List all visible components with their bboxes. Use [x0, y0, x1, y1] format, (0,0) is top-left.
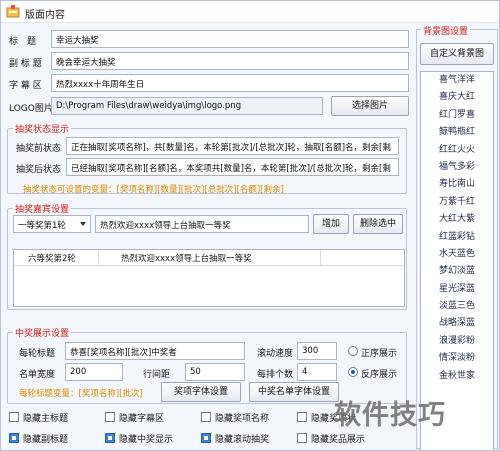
background-item[interactable]: 喜庆大红: [421, 89, 493, 106]
title-variables-hint: 每轮标题变量：[奖项名称][批次]: [19, 389, 143, 399]
hide-subtitle-label: 隐藏副标题: [23, 435, 69, 445]
window-title: 版面内容: [25, 10, 65, 21]
table-header: 六等奖第2轮 热烈欢迎xxxx领导上台抽取一等奖: [14, 250, 404, 266]
background-item[interactable]: 红红火火: [421, 142, 493, 159]
background-item[interactable]: 星光深蓝: [421, 281, 493, 298]
background-item[interactable]: 万紫千红: [421, 194, 493, 211]
prize-round-value: 一等奖第1轮: [18, 221, 66, 231]
background-item[interactable]: 鲸鸭瓶红: [421, 124, 493, 141]
hide-winner-display-checkbox[interactable]: [105, 433, 115, 443]
scroll-speed-field[interactable]: 300: [297, 342, 337, 360]
column-prize: 六等奖第2轮: [28, 254, 76, 264]
prize-round-select[interactable]: 一等奖第1轮: [13, 215, 91, 233]
subtitle-label: 副 标 题: [9, 59, 42, 69]
logo-path-field[interactable]: D:\Program Files\draw\weidya\img\logo.pn…: [51, 97, 323, 115]
background-item[interactable]: 淡蓝三色: [421, 298, 493, 315]
subtitle-field[interactable]: 晚会幸运大抽奖: [51, 52, 409, 70]
per-round-title-label: 每轮标题: [19, 349, 56, 359]
order-desc-label: 反序展示: [361, 370, 398, 380]
per-row-field[interactable]: 4: [297, 363, 337, 381]
before-state-field[interactable]: 正在抽取[奖项名称]，共[数量]名，本轮第[批次]/[总批次]轮，抽取[名额]名…: [66, 137, 399, 155]
hide-caption-checkbox[interactable]: [105, 412, 115, 422]
column-message: 热烈欢迎xxxx领导上台抽取一等奖: [121, 254, 252, 264]
hide-prize-name-label: 隐藏奖项名称: [215, 414, 270, 424]
hide-scroll-draw-label: 隐藏滚动抽奖: [215, 435, 270, 445]
hide-subtitle-checkbox[interactable]: [9, 433, 19, 443]
status-variables-hint: 抽奖状态可设置的变量：[奖项名称][数量][批次][总批次][名额][剩余]: [23, 185, 284, 195]
order-asc-label: 正序展示: [361, 349, 398, 359]
name-width-field[interactable]: 200: [65, 363, 123, 381]
winner-font-button[interactable]: 中奖名单字体设置: [249, 382, 339, 402]
background-item[interactable]: 金秋世家: [421, 368, 493, 385]
background-item[interactable]: 红蓝彩钻: [421, 229, 493, 246]
hide-prize-name-checkbox[interactable]: [201, 412, 211, 422]
guests-table[interactable]: 六等奖第2轮 热烈欢迎xxxx领导上台抽取一等奖: [13, 249, 405, 307]
prize-font-button[interactable]: 奖项字体设置: [161, 382, 241, 402]
hide-main-title-label: 隐藏主标题: [23, 414, 69, 424]
background-item[interactable]: 寿比南山: [421, 176, 493, 193]
select-image-button[interactable]: 选择图片: [331, 96, 409, 116]
column-divider: [320, 250, 321, 266]
after-state-field[interactable]: 已经抽取[奖项名称][名额]名，本奖项共[数量]名，本轮第[批次]/[总批次]轮…: [66, 158, 399, 176]
after-state-label: 抽奖后状态: [16, 165, 62, 175]
order-desc-radio[interactable]: [348, 367, 358, 377]
before-state-label: 抽奖前状态: [16, 144, 62, 154]
hide-main-title-checkbox[interactable]: [9, 412, 19, 422]
winners-group-title: 中奖展示设置: [13, 326, 72, 339]
column-divider: [98, 250, 99, 266]
background-item[interactable]: 福气多彩: [421, 159, 493, 176]
name-width-label: 名单宽度: [19, 370, 56, 380]
background-item[interactable]: 水天蓝色: [421, 246, 493, 263]
per-row-label: 每排个数: [257, 370, 294, 380]
scroll-speed-label: 滚动速度: [257, 349, 294, 359]
hide-prize-showcase-label: 隐藏奖品展示: [311, 435, 366, 445]
background-item[interactable]: 大红大紫: [421, 211, 493, 228]
hide-prize-showcase-checkbox[interactable]: [297, 433, 307, 443]
background-item[interactable]: 战略深蓝: [421, 315, 493, 332]
delete-selected-button[interactable]: 删除选中: [353, 214, 403, 234]
order-asc-radio[interactable]: [348, 346, 358, 356]
guests-group-title: 抽奖嘉宾设置: [13, 202, 72, 215]
add-guest-button[interactable]: 增加: [313, 214, 349, 234]
guest-message-field[interactable]: 热烈欢迎xxxx领导上台抽取一等奖: [95, 215, 309, 233]
background-item[interactable]: 梦幻淡蓝: [421, 263, 493, 280]
background-item[interactable]: 喜气洋洋: [421, 72, 493, 89]
line-spacing-label: 行间距: [143, 370, 171, 380]
title-field[interactable]: 幸运大抽奖: [51, 30, 409, 48]
status-group-title: 抽奖状态显示: [13, 122, 72, 135]
title-bar: 版面内容: [1, 1, 499, 23]
caption-label: 字 幕 区: [9, 81, 42, 91]
line-spacing-field[interactable]: 50: [185, 363, 245, 381]
per-round-title-field[interactable]: 恭喜[奖项名称][批次]中奖者: [65, 342, 245, 360]
app-icon: [6, 5, 20, 18]
settings-window: 版面内容 标 题 幸运大抽奖 副 标 题 晚会幸运大抽奖 字 幕 区 热烈xxx…: [0, 0, 500, 451]
background-group-title: 背景图设置: [421, 24, 471, 37]
hide-winner-display-label: 隐藏中奖显示: [119, 435, 174, 445]
caption-field[interactable]: 热烈xxxx十年周年生日: [51, 74, 409, 92]
hide-scroll-draw-checkbox[interactable]: [201, 433, 211, 443]
background-item[interactable]: 红门罗喜: [421, 107, 493, 124]
hide-prize-status-checkbox[interactable]: [297, 412, 307, 422]
logo-label: LOGO图片: [9, 104, 53, 114]
chevron-down-icon: [80, 222, 86, 226]
title-label: 标 题: [9, 37, 37, 47]
custom-background-button[interactable]: 自定义背景图: [420, 43, 494, 65]
hide-caption-label: 隐藏字幕区: [119, 414, 165, 424]
watermark-text: 软件技巧: [334, 400, 446, 431]
background-item[interactable]: 情深淡粉: [421, 350, 493, 367]
background-item[interactable]: 浪漫彩粉: [421, 333, 493, 350]
